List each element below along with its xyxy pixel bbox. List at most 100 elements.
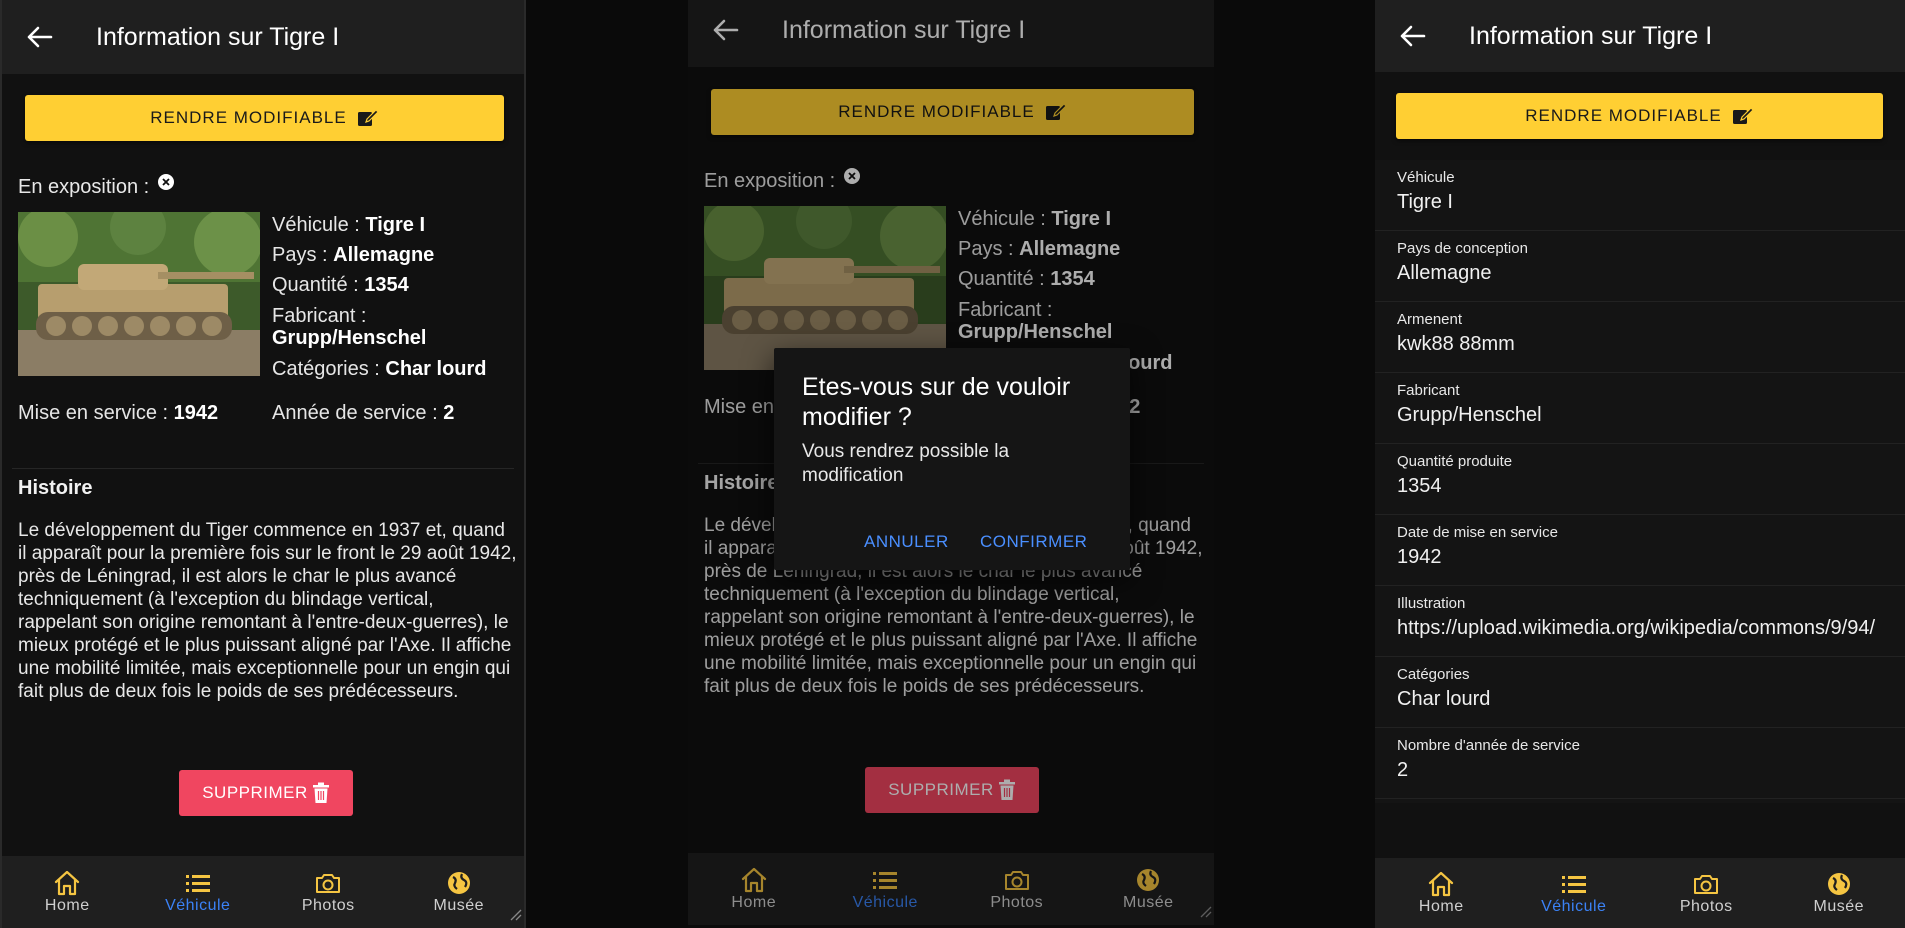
- field-label: Armenent: [1397, 311, 1463, 328]
- field-value[interactable]: Grupp/Henschel: [1397, 404, 1542, 427]
- field-value[interactable]: 1942: [1397, 546, 1442, 569]
- page-title: Information sur Tigre I: [96, 22, 340, 51]
- field-value[interactable]: Allemagne: [1397, 262, 1492, 285]
- nav-vehicule[interactable]: Véhicule: [1508, 858, 1641, 928]
- bottom-navigation: Home Véhicule Photos Musée: [1375, 858, 1905, 928]
- nav-home[interactable]: Home: [1375, 858, 1508, 928]
- field-armement[interactable]: Armenent kwk88 88mm: [1375, 302, 1905, 373]
- pays-label: Pays :: [272, 244, 334, 266]
- field-label: Nombre d'année de service: [1397, 737, 1580, 754]
- edit-screen: Information sur Tigre I RENDRE MODIFIABL…: [1375, 0, 1905, 928]
- field-value[interactable]: Tigre I: [1397, 191, 1453, 214]
- mise-en-service: Mise en service : 1942: [18, 402, 218, 425]
- edit-icon: [1732, 106, 1754, 126]
- delete-button-label: SUPPRIMER: [202, 783, 308, 802]
- close-circle-icon: [157, 173, 175, 197]
- histoire-text: Le développement du Tiger commence en 19…: [18, 520, 517, 702]
- delete-button[interactable]: SUPPRIMER: [179, 770, 353, 816]
- home-icon: [53, 869, 81, 897]
- field-fabricant[interactable]: Fabricant Grupp/Henschel: [1375, 373, 1905, 444]
- arrow-back-icon[interactable]: [20, 17, 60, 57]
- globe-icon: [1825, 870, 1853, 898]
- field-date-service[interactable]: Date de mise en service 1942: [1375, 515, 1905, 586]
- cancel-button[interactable]: ANNULER: [864, 532, 949, 552]
- categories-row: Catégories : Char lourd: [272, 354, 522, 384]
- exposition-status: En exposition :: [18, 173, 175, 199]
- bottom-navigation: Home Véhicule Photos Musée: [2, 856, 524, 928]
- vehicule-row: Véhicule : Tigre I: [272, 210, 522, 240]
- nav-musee[interactable]: Musée: [394, 856, 525, 928]
- camera-icon: [314, 869, 342, 897]
- app-bar: Information sur Tigre I: [2, 0, 524, 74]
- confirm-dialog: Etes-vous sur de vouloir modifier ? Vous…: [774, 348, 1130, 570]
- divider: [12, 468, 514, 469]
- annee-label: Année de service :: [272, 402, 444, 424]
- nav-musee-label: Musée: [433, 897, 485, 914]
- nav-photos-label: Photos: [301, 897, 355, 914]
- nav-home-label: Home: [44, 897, 90, 914]
- nav-vehicule-label: Véhicule: [165, 897, 231, 914]
- detail-screen: Information sur Tigre I RENDRE MODIFIABL…: [0, 0, 526, 928]
- fabricant-row: Fabricant : Grupp/Henschel: [272, 300, 522, 354]
- nav-photos[interactable]: Photos: [1640, 858, 1773, 928]
- field-label: Catégories: [1397, 666, 1470, 683]
- field-value[interactable]: kwk88 88mm: [1397, 333, 1515, 356]
- annee-de-service: Année de service : 2: [272, 402, 454, 425]
- pays-value: Allemagne: [333, 244, 435, 266]
- field-vehicule[interactable]: Véhicule Tigre I: [1375, 160, 1905, 231]
- nav-home[interactable]: Home: [2, 856, 133, 928]
- nav-musee[interactable]: Musée: [1773, 858, 1905, 928]
- field-label: Véhicule: [1397, 169, 1455, 186]
- edit-form: Véhicule Tigre I Pays de conception Alle…: [1375, 160, 1905, 803]
- edit-button[interactable]: RENDRE MODIFIABLE: [1396, 93, 1883, 139]
- field-value[interactable]: 1354: [1397, 475, 1442, 498]
- field-label: Illustration: [1397, 595, 1466, 612]
- nav-home-label: Home: [1418, 898, 1464, 915]
- fabricant-label: Fabricant :: [272, 305, 367, 327]
- field-label: Date de mise en service: [1397, 524, 1558, 541]
- field-categories[interactable]: Catégories Char lourd: [1375, 657, 1905, 728]
- dialog-title: Etes-vous sur de vouloir modifier ?: [802, 373, 1071, 431]
- resize-grip-icon[interactable]: [508, 907, 522, 926]
- quantite-row: Quantité : 1354: [272, 270, 522, 300]
- field-annees-service[interactable]: Nombre d'année de service 2: [1375, 728, 1905, 799]
- vehicule-label: Véhicule :: [272, 214, 366, 236]
- globe-icon: [445, 869, 473, 897]
- field-value[interactable]: 2: [1397, 759, 1408, 782]
- field-label: Fabricant: [1397, 382, 1460, 399]
- list-icon: [1560, 870, 1588, 898]
- nav-photos[interactable]: Photos: [263, 856, 394, 928]
- field-pays[interactable]: Pays de conception Allemagne: [1375, 231, 1905, 302]
- app-bar: Information sur Tigre I: [1375, 0, 1905, 72]
- quantite-label: Quantité :: [272, 274, 365, 296]
- edit-icon: [357, 108, 379, 128]
- categories-label: Catégories :: [272, 358, 386, 380]
- edit-button-label: RENDRE MODIFIABLE: [150, 108, 347, 127]
- home-icon: [1427, 870, 1455, 898]
- field-quantite[interactable]: Quantité produite 1354: [1375, 444, 1905, 515]
- field-value[interactable]: Char lourd: [1397, 688, 1490, 711]
- edit-button-label: RENDRE MODIFIABLE: [1525, 106, 1722, 125]
- list-icon: [184, 869, 212, 897]
- vehicle-photo: [18, 212, 260, 376]
- mise-value: 1942: [173, 402, 219, 424]
- confirm-button[interactable]: CONFIRMER: [980, 532, 1087, 552]
- nav-vehicule-label: Véhicule: [1541, 898, 1607, 915]
- histoire-title: Histoire: [18, 477, 93, 499]
- arrow-back-icon[interactable]: [1393, 16, 1433, 56]
- nav-vehicule[interactable]: Véhicule: [133, 856, 264, 928]
- vehicle-summary: Véhicule : Tigre I Pays : Allemagne Quan…: [272, 210, 522, 384]
- categories-value: Char lourd: [385, 358, 487, 380]
- trash-icon: [312, 782, 330, 804]
- detail-screen-dialog: Information sur Tigre I RENDRE MODIFIABL…: [688, 0, 1214, 928]
- edit-button[interactable]: RENDRE MODIFIABLE: [25, 95, 504, 141]
- camera-icon: [1692, 870, 1720, 898]
- pays-row: Pays : Allemagne: [272, 240, 522, 270]
- field-label: Pays de conception: [1397, 240, 1528, 257]
- nav-photos-label: Photos: [1679, 898, 1733, 915]
- exposition-label: En exposition :: [18, 176, 150, 198]
- nav-musee-label: Musée: [1813, 898, 1865, 915]
- field-illustration[interactable]: Illustration https://upload.wikimedia.or…: [1375, 586, 1905, 657]
- field-label: Quantité produite: [1397, 453, 1513, 470]
- field-value[interactable]: https://upload.wikimedia.org/wikipedia/c…: [1397, 617, 1885, 640]
